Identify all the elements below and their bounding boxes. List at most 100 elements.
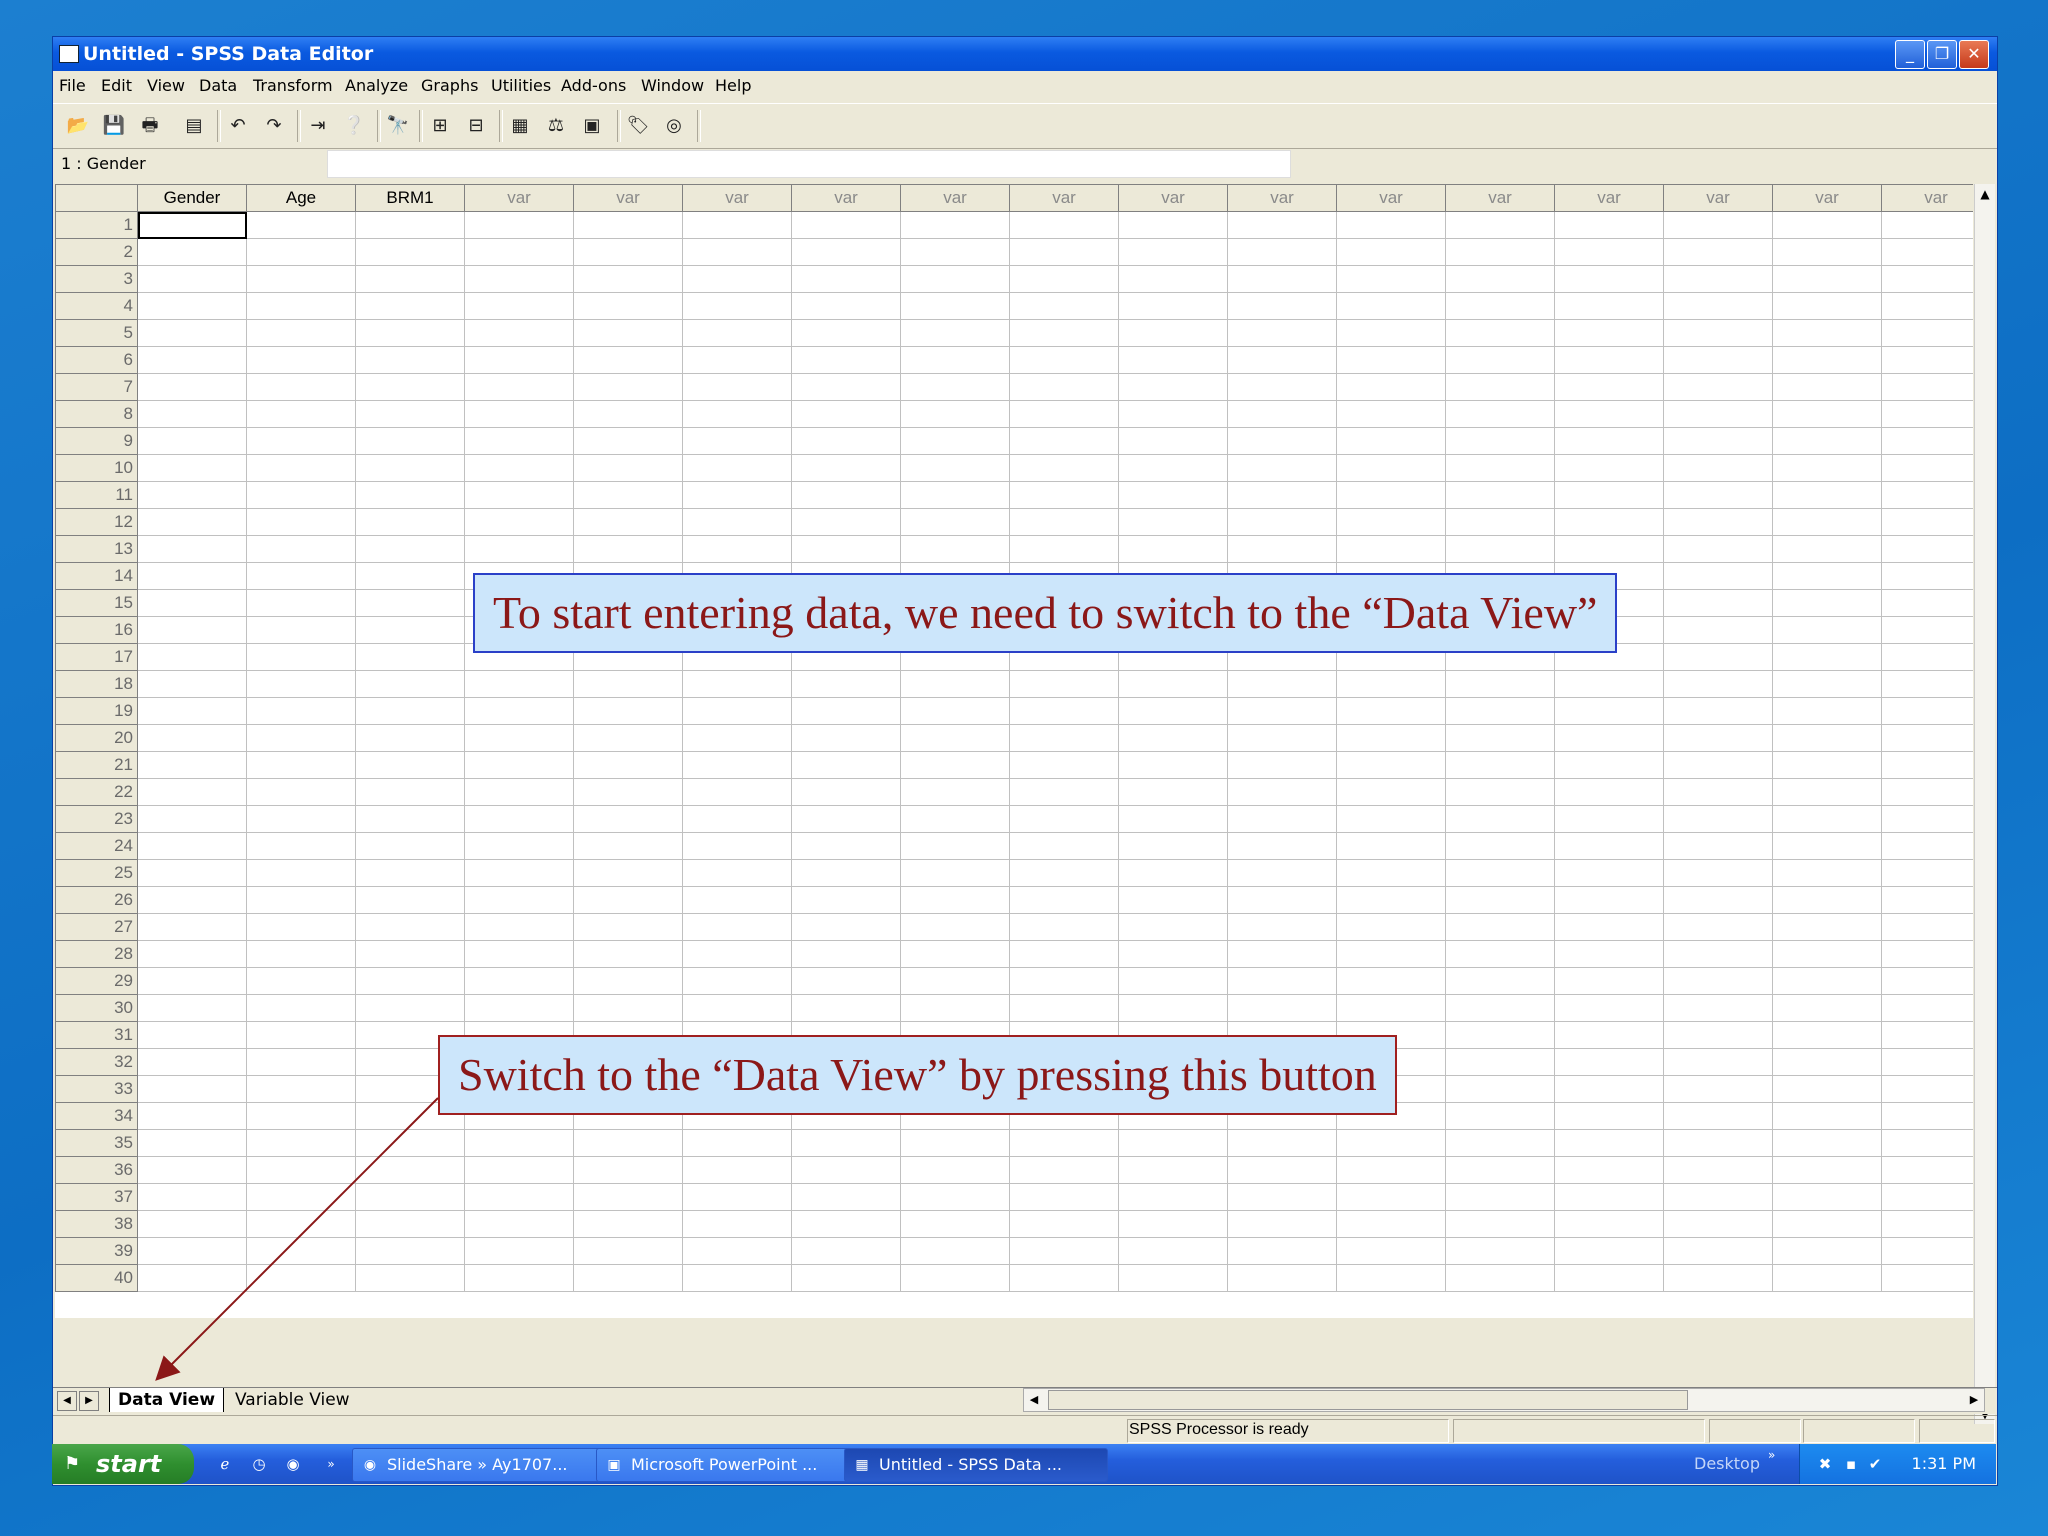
data-cell[interactable] [1881, 1102, 1973, 1130]
data-cell[interactable] [464, 967, 574, 995]
data-cell[interactable] [355, 373, 465, 401]
data-cell[interactable] [1445, 724, 1555, 752]
data-cell[interactable] [137, 346, 247, 374]
data-cell[interactable] [573, 805, 683, 833]
data-cell[interactable] [246, 724, 356, 752]
data-cell[interactable] [573, 913, 683, 941]
data-cell[interactable] [1554, 994, 1664, 1022]
data-cell[interactable] [1663, 481, 1773, 509]
data-cell[interactable] [682, 832, 792, 860]
data-cell[interactable] [791, 481, 901, 509]
data-cell[interactable] [573, 886, 683, 914]
data-cell[interactable] [900, 670, 1010, 698]
row-header[interactable]: 17 [55, 643, 138, 671]
data-cell[interactable] [1663, 1075, 1773, 1103]
data-cell[interactable] [137, 454, 247, 482]
row-header[interactable]: 21 [55, 751, 138, 779]
data-cell[interactable] [1445, 697, 1555, 725]
tab-next-arrow-icon[interactable]: ▶ [79, 1391, 99, 1411]
data-cell[interactable] [1118, 454, 1228, 482]
data-cell[interactable] [1009, 1210, 1119, 1238]
data-cell[interactable] [246, 454, 356, 482]
data-cell[interactable] [137, 238, 247, 266]
data-cell[interactable] [355, 805, 465, 833]
data-cell[interactable] [355, 1264, 465, 1292]
data-cell[interactable] [137, 292, 247, 320]
data-cell[interactable] [1009, 724, 1119, 752]
data-cell[interactable] [1554, 832, 1664, 860]
data-cell[interactable] [1336, 319, 1446, 347]
data-cell[interactable] [1445, 670, 1555, 698]
row-header[interactable]: 39 [55, 1237, 138, 1265]
data-cell[interactable] [1227, 346, 1337, 374]
data-cell[interactable] [1554, 1210, 1664, 1238]
data-cell[interactable] [1445, 913, 1555, 941]
data-cell[interactable] [1118, 1129, 1228, 1157]
data-cell[interactable] [1772, 1021, 1882, 1049]
data-cell[interactable] [573, 427, 683, 455]
data-cell[interactable] [1009, 1156, 1119, 1184]
menu-graphs[interactable]: Graphs [421, 76, 478, 95]
data-cell[interactable] [1554, 1264, 1664, 1292]
data-cell[interactable] [573, 535, 683, 563]
data-cell[interactable] [900, 427, 1010, 455]
data-cell[interactable] [1663, 778, 1773, 806]
data-cell[interactable] [573, 859, 683, 887]
data-cell[interactable] [1445, 1210, 1555, 1238]
data-cell[interactable] [1336, 1210, 1446, 1238]
data-cell[interactable] [464, 805, 574, 833]
data-cell[interactable] [246, 265, 356, 293]
data-cell[interactable] [1336, 535, 1446, 563]
data-cell[interactable] [1227, 697, 1337, 725]
data-cell[interactable] [1009, 508, 1119, 536]
data-cell[interactable] [1336, 994, 1446, 1022]
data-cell[interactable] [137, 1075, 247, 1103]
data-cell[interactable] [355, 1237, 465, 1265]
data-cell[interactable] [1118, 724, 1228, 752]
data-cell[interactable] [1227, 994, 1337, 1022]
data-cell[interactable] [573, 508, 683, 536]
data-cell[interactable] [1118, 967, 1228, 995]
data-cell[interactable] [1009, 400, 1119, 428]
data-cell[interactable] [137, 1237, 247, 1265]
data-cell[interactable] [246, 400, 356, 428]
data-cell[interactable] [791, 1156, 901, 1184]
data-cell[interactable] [1336, 454, 1446, 482]
menu-window[interactable]: Window [641, 76, 704, 95]
data-cell[interactable] [1118, 508, 1228, 536]
data-cell[interactable] [1554, 535, 1664, 563]
find-icon[interactable]: 🔭 [383, 111, 413, 141]
data-cell[interactable] [900, 1237, 1010, 1265]
data-cell[interactable] [464, 1264, 574, 1292]
data-cell[interactable] [573, 724, 683, 752]
data-cell[interactable] [1227, 373, 1337, 401]
data-cell[interactable] [1772, 616, 1882, 644]
data-cell[interactable] [791, 859, 901, 887]
data-cell[interactable] [900, 292, 1010, 320]
data-cell[interactable] [1336, 1183, 1446, 1211]
data-cell[interactable] [1663, 211, 1773, 239]
row-header[interactable]: 26 [55, 886, 138, 914]
row-header[interactable]: 7 [55, 373, 138, 401]
data-cell[interactable] [1336, 373, 1446, 401]
data-cell[interactable] [1772, 535, 1882, 563]
menu-transform[interactable]: Transform [253, 76, 333, 95]
row-header[interactable]: 34 [55, 1102, 138, 1130]
data-cell[interactable] [1445, 832, 1555, 860]
data-cell[interactable] [1772, 508, 1882, 536]
data-cell[interactable] [900, 1183, 1010, 1211]
data-cell[interactable] [246, 211, 356, 239]
data-cell[interactable] [137, 508, 247, 536]
data-cell[interactable] [900, 454, 1010, 482]
data-cell[interactable] [1772, 400, 1882, 428]
data-cell[interactable] [682, 508, 792, 536]
data-cell[interactable] [1772, 265, 1882, 293]
data-cell[interactable] [246, 967, 356, 995]
data-cell[interactable] [1336, 724, 1446, 752]
data-cell[interactable] [791, 886, 901, 914]
data-cell[interactable] [1336, 346, 1446, 374]
data-cell[interactable] [791, 913, 901, 941]
row-header[interactable]: 3 [55, 265, 138, 293]
data-cell[interactable] [246, 535, 356, 563]
data-cell[interactable] [1009, 292, 1119, 320]
